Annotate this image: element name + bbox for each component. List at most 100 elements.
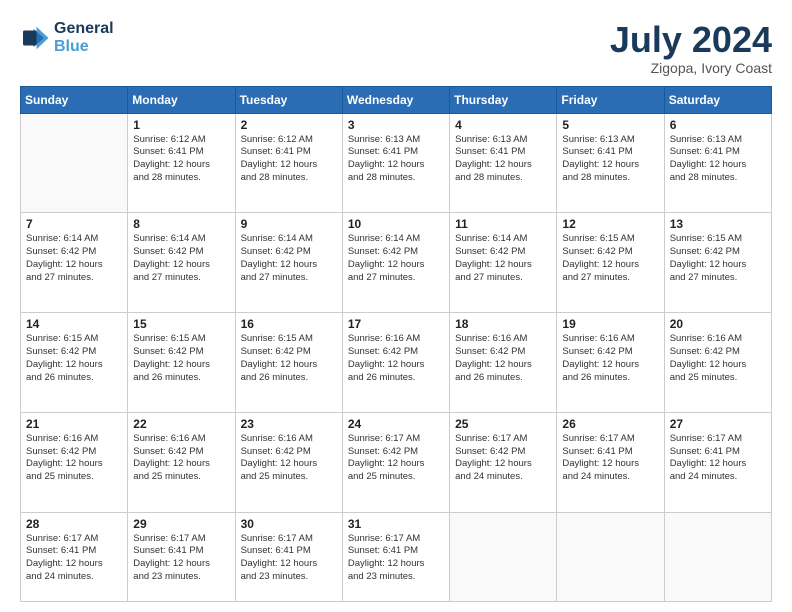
day-number: 12	[562, 217, 658, 231]
day-number: 5	[562, 118, 658, 132]
calendar-cell: 11Sunrise: 6:14 AM Sunset: 6:42 PM Dayli…	[450, 213, 557, 313]
calendar-cell: 1 Sunrise: 6:12 AM Sunset: 6:41 PM Daylig…	[128, 113, 235, 213]
cell-info: Sunrise: 6:17 AM Sunset: 6:41 PM Dayligh…	[133, 533, 229, 584]
day-number: 6	[670, 118, 766, 132]
cell-info: Sunrise: 6:12 AM Sunset: 6:41 PM Dayligh…	[133, 134, 229, 185]
calendar-cell: 12 Sunrise: 6:15 AM Sunset: 6:42 PM Dayli…	[557, 213, 664, 313]
day-number: 24	[348, 417, 444, 431]
calendar-cell: 19 Sunrise: 6:16 AM Sunset: 6:42 PM Dayli…	[557, 313, 664, 413]
day-number: 3	[348, 118, 444, 132]
calendar-cell	[450, 512, 557, 601]
calendar-cell: 10 Sunrise: 6:14 AM Sunset: 6:42 PM Dayli…	[342, 213, 449, 313]
logo: General Blue	[20, 20, 114, 56]
calendar-cell: 14Sunrise: 6:15 AM Sunset: 6:42 PM Dayli…	[21, 313, 128, 413]
cell-info: Sunrise: 6:16 AM Sunset: 6:42 PM Dayligh…	[348, 333, 444, 384]
day-number: 30	[241, 517, 337, 531]
day-number: 15	[133, 317, 229, 331]
day-number: 1	[133, 118, 229, 132]
calendar-cell: 20 Sunrise: 6:16 AM Sunset: 6:42 PM Dayli…	[664, 313, 771, 413]
calendar-cell: 25 Sunrise: 6:17 AM Sunset: 6:42 PM Dayli…	[450, 412, 557, 512]
cell-info: Sunrise: 6:13 AM Sunset: 6:41 PM Dayligh…	[670, 134, 766, 185]
weekday-header: Wednesday	[342, 86, 449, 113]
cell-info: Sunrise: 6:14 AM Sunset: 6:42 PM Dayligh…	[348, 233, 444, 284]
day-number: 23	[241, 417, 337, 431]
day-number: 19	[562, 317, 658, 331]
day-number: 11	[455, 217, 551, 231]
cell-info: Sunrise: 6:17 AM Sunset: 6:41 PM Dayligh…	[241, 533, 337, 584]
location: Zigopa, Ivory Coast	[610, 60, 772, 76]
cell-info: Sunrise: 6:17 AM Sunset: 6:41 PM Dayligh…	[348, 533, 444, 584]
weekday-header: Thursday	[450, 86, 557, 113]
cell-info: Sunrise: 6:16 AM Sunset: 6:42 PM Dayligh…	[562, 333, 658, 384]
cell-info: Sunrise: 6:17 AM Sunset: 6:41 PM Dayligh…	[562, 433, 658, 484]
calendar: SundayMondayTuesdayWednesdayThursdayFrid…	[20, 86, 772, 602]
calendar-cell: 27Sunrise: 6:17 AM Sunset: 6:41 PM Dayli…	[664, 412, 771, 512]
weekday-header: Friday	[557, 86, 664, 113]
calendar-cell: 16 Sunrise: 6:15 AM Sunset: 6:42 PM Dayli…	[235, 313, 342, 413]
header: General Blue July 2024 Zigopa, Ivory Coa…	[20, 20, 772, 76]
calendar-cell: 29Sunrise: 6:17 AM Sunset: 6:41 PM Dayli…	[128, 512, 235, 601]
calendar-header-row: SundayMondayTuesdayWednesdayThursdayFrid…	[21, 86, 772, 113]
cell-info: Sunrise: 6:15 AM Sunset: 6:42 PM Dayligh…	[562, 233, 658, 284]
cell-info: Sunrise: 6:16 AM Sunset: 6:42 PM Dayligh…	[133, 433, 229, 484]
calendar-cell: 13Sunrise: 6:15 AM Sunset: 6:42 PM Dayli…	[664, 213, 771, 313]
day-number: 4	[455, 118, 551, 132]
calendar-cell: 9 Sunrise: 6:14 AM Sunset: 6:42 PM Daylig…	[235, 213, 342, 313]
day-number: 17	[348, 317, 444, 331]
day-number: 8	[133, 217, 229, 231]
calendar-week-row: 21 Sunrise: 6:16 AM Sunset: 6:42 PM Dayli…	[21, 412, 772, 512]
day-number: 25	[455, 417, 551, 431]
cell-info: Sunrise: 6:15 AM Sunset: 6:42 PM Dayligh…	[241, 333, 337, 384]
calendar-cell: 26Sunrise: 6:17 AM Sunset: 6:41 PM Dayli…	[557, 412, 664, 512]
cell-info: Sunrise: 6:16 AM Sunset: 6:42 PM Dayligh…	[455, 333, 551, 384]
day-number: 9	[241, 217, 337, 231]
logo-icon	[20, 23, 50, 53]
calendar-cell: 4Sunrise: 6:13 AM Sunset: 6:41 PM Daylig…	[450, 113, 557, 213]
day-number: 20	[670, 317, 766, 331]
calendar-week-row: 28 Sunrise: 6:17 AM Sunset: 6:41 PM Dayli…	[21, 512, 772, 601]
cell-info: Sunrise: 6:16 AM Sunset: 6:42 PM Dayligh…	[26, 433, 122, 484]
calendar-week-row: 1 Sunrise: 6:12 AM Sunset: 6:41 PM Daylig…	[21, 113, 772, 213]
cell-info: Sunrise: 6:17 AM Sunset: 6:41 PM Dayligh…	[26, 533, 122, 584]
cell-info: Sunrise: 6:17 AM Sunset: 6:42 PM Dayligh…	[348, 433, 444, 484]
cell-info: Sunrise: 6:12 AM Sunset: 6:41 PM Dayligh…	[241, 134, 337, 185]
day-number: 27	[670, 417, 766, 431]
calendar-cell: 21 Sunrise: 6:16 AM Sunset: 6:42 PM Dayli…	[21, 412, 128, 512]
calendar-cell: 17 Sunrise: 6:16 AM Sunset: 6:42 PM Dayli…	[342, 313, 449, 413]
cell-info: Sunrise: 6:15 AM Sunset: 6:42 PM Dayligh…	[133, 333, 229, 384]
day-number: 18	[455, 317, 551, 331]
logo-text: General Blue	[54, 20, 114, 56]
day-number: 10	[348, 217, 444, 231]
cell-info: Sunrise: 6:13 AM Sunset: 6:41 PM Dayligh…	[562, 134, 658, 185]
day-number: 21	[26, 417, 122, 431]
calendar-cell: 3 Sunrise: 6:13 AM Sunset: 6:41 PM Daylig…	[342, 113, 449, 213]
calendar-cell	[21, 113, 128, 213]
calendar-cell: 18 Sunrise: 6:16 AM Sunset: 6:42 PM Dayli…	[450, 313, 557, 413]
title-block: July 2024 Zigopa, Ivory Coast	[610, 20, 772, 76]
calendar-cell: 7Sunrise: 6:14 AM Sunset: 6:42 PM Daylig…	[21, 213, 128, 313]
day-number: 16	[241, 317, 337, 331]
month-title: July 2024	[610, 20, 772, 60]
calendar-cell	[557, 512, 664, 601]
calendar-cell: 23Sunrise: 6:16 AM Sunset: 6:42 PM Dayli…	[235, 412, 342, 512]
day-number: 2	[241, 118, 337, 132]
calendar-cell: 24 Sunrise: 6:17 AM Sunset: 6:42 PM Dayli…	[342, 412, 449, 512]
calendar-cell: 6 Sunrise: 6:13 AM Sunset: 6:41 PM Daylig…	[664, 113, 771, 213]
day-number: 7	[26, 217, 122, 231]
cell-info: Sunrise: 6:14 AM Sunset: 6:42 PM Dayligh…	[241, 233, 337, 284]
weekday-header: Tuesday	[235, 86, 342, 113]
day-number: 22	[133, 417, 229, 431]
calendar-week-row: 14Sunrise: 6:15 AM Sunset: 6:42 PM Dayli…	[21, 313, 772, 413]
calendar-cell: 8Sunrise: 6:14 AM Sunset: 6:42 PM Daylig…	[128, 213, 235, 313]
day-number: 31	[348, 517, 444, 531]
day-number: 28	[26, 517, 122, 531]
calendar-cell: 22 Sunrise: 6:16 AM Sunset: 6:42 PM Dayli…	[128, 412, 235, 512]
cell-info: Sunrise: 6:13 AM Sunset: 6:41 PM Dayligh…	[348, 134, 444, 185]
calendar-cell: 5 Sunrise: 6:13 AM Sunset: 6:41 PM Daylig…	[557, 113, 664, 213]
calendar-cell	[664, 512, 771, 601]
page: General Blue July 2024 Zigopa, Ivory Coa…	[0, 0, 792, 612]
calendar-cell: 30 Sunrise: 6:17 AM Sunset: 6:41 PM Dayli…	[235, 512, 342, 601]
cell-info: Sunrise: 6:17 AM Sunset: 6:42 PM Dayligh…	[455, 433, 551, 484]
calendar-week-row: 7 Sunrise: 6:14 AM Sunset: 6:42 PM Daylig…	[21, 213, 772, 313]
cell-info: Sunrise: 6:16 AM Sunset: 6:42 PM Dayligh…	[670, 333, 766, 384]
